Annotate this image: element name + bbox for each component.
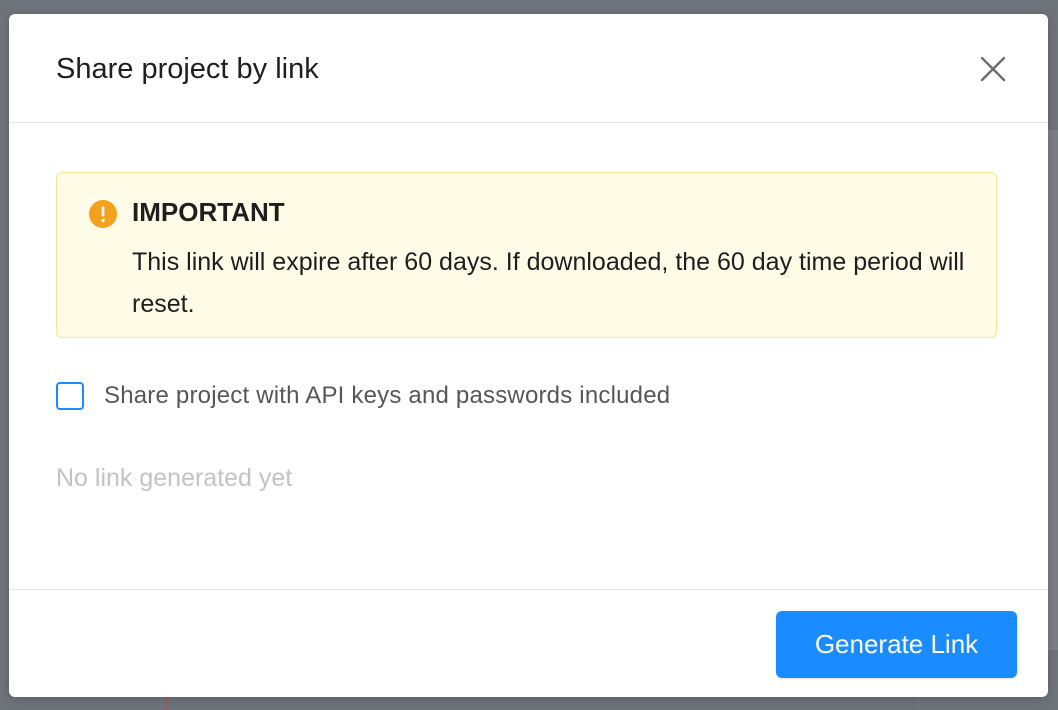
close-icon (980, 56, 1006, 82)
modal-footer: Generate Link (9, 589, 1048, 697)
alert-message: This link will expire after 60 days. If … (132, 248, 965, 318)
background-divider-left (166, 696, 168, 710)
include-secrets-option[interactable]: Share project with API keys and password… (56, 379, 670, 413)
modal-header: Share project by link (9, 14, 1048, 123)
share-link-modal: Share project by link IMPORTANT This lin… (9, 14, 1048, 697)
include-secrets-checkbox[interactable] (56, 382, 84, 410)
background-divider-right (913, 696, 915, 710)
generate-link-button[interactable]: Generate Link (776, 611, 1017, 678)
link-status-text: No link generated yet (56, 464, 293, 492)
alert-title: IMPORTANT (132, 197, 285, 227)
include-secrets-label: Share project with API keys and password… (104, 382, 671, 409)
important-alert: IMPORTANT This link will expire after 60… (56, 172, 997, 338)
warning-icon (89, 200, 117, 228)
modal-title: Share project by link (56, 53, 319, 85)
close-button[interactable] (978, 54, 1008, 84)
